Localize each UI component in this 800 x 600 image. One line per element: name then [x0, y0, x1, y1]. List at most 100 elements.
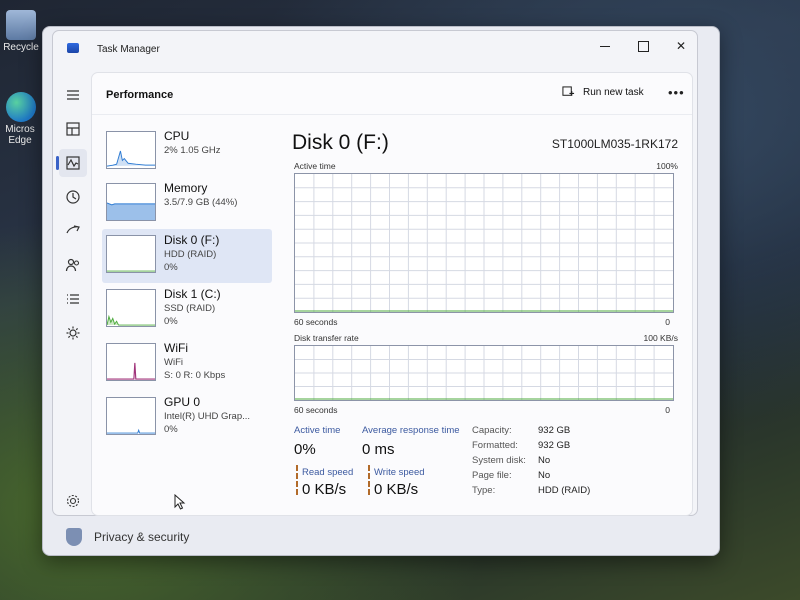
device-wifi[interactable]: WiFi WiFi S: 0 R: 0 Kbps [102, 337, 272, 391]
nav-details[interactable] [59, 285, 87, 313]
disk-title: Disk 0 (F:) [292, 131, 389, 154]
minimize-button[interactable] [585, 31, 625, 61]
nav-services[interactable] [59, 319, 87, 347]
device-detail: SSD (RAID) [164, 303, 216, 314]
device-usage: 0% [164, 424, 178, 435]
more-options-button[interactable]: ••• [668, 85, 685, 100]
disk1-thumbnail-graph [106, 289, 156, 327]
run-new-task-button[interactable]: Run new task [562, 86, 644, 99]
cpu-thumbnail-graph [106, 131, 156, 169]
transfer-rate-chart-xright: 0 [665, 405, 670, 415]
title-bar[interactable]: Task Manager [53, 31, 697, 67]
transfer-rate-chart-label: Disk transfer rate [294, 333, 359, 343]
property-key: Page file: [472, 470, 512, 481]
device-name: Disk 0 (F:) [164, 233, 220, 247]
desktop-icon-label: Recycle [3, 42, 39, 53]
memory-thumbnail-graph [106, 183, 156, 221]
device-memory[interactable]: Memory 3.5/7.9 GB (44%) [102, 177, 272, 231]
maximize-button[interactable] [623, 31, 663, 61]
property-value: 932 GB [538, 425, 571, 436]
write-speed-separator [368, 465, 370, 495]
active-time-graph [294, 173, 674, 313]
read-speed-separator [296, 465, 298, 495]
services-icon [66, 326, 80, 340]
write-speed-label: Write speed [374, 467, 425, 478]
device-name: WiFi [164, 341, 188, 355]
disk-detail: Disk 0 (F:) ST1000LM035-1RK172 Active ti… [292, 125, 682, 505]
menu-button[interactable] [59, 81, 87, 109]
startup-apps-icon [66, 225, 80, 234]
property-value: No [538, 470, 551, 481]
property-key: Type: [472, 485, 496, 496]
device-detail: WiFi [164, 357, 183, 368]
settings-nav-label: Privacy & security [94, 530, 190, 544]
device-usage: 0% [164, 262, 178, 273]
write-speed-value: 0 KB/s [374, 481, 419, 498]
run-task-icon [562, 86, 575, 96]
task-manager-app-icon [67, 43, 79, 53]
window-title: Task Manager [97, 44, 160, 55]
avg-response-value: 0 ms [362, 441, 395, 458]
property-key: Formatted: [472, 440, 518, 451]
property-value: No [538, 455, 551, 466]
device-cpu[interactable]: CPU 2% 1.05 GHz [102, 125, 272, 179]
active-time-stat-value: 0% [294, 441, 316, 458]
panel-header: Performance Run new task ••• [92, 73, 692, 115]
performance-icon [66, 156, 80, 170]
transfer-rate-chart-max: 100 KB/s [643, 333, 679, 343]
gpu-thumbnail-graph [106, 397, 156, 435]
device-detail: Intel(R) UHD Grap... [164, 411, 251, 422]
nav-performance[interactable] [56, 149, 87, 177]
disk-model: ST1000LM035-1RK172 [551, 137, 678, 151]
device-name: GPU 0 [164, 395, 201, 409]
transfer-rate-chart-xleft: 60 seconds [294, 405, 338, 415]
nav-startup-apps[interactable] [59, 217, 87, 245]
nav-rail [53, 71, 91, 511]
task-manager-window: Task Manager ✕ Performance Run new task … [52, 30, 698, 516]
run-new-task-label: Run new task [583, 87, 644, 98]
device-disk-0[interactable]: Disk 0 (F:) HDD (RAID) 0% [102, 229, 272, 283]
app-history-icon [66, 190, 80, 204]
nav-app-history[interactable] [59, 183, 87, 211]
details-icon [67, 294, 79, 304]
page-title: Performance [106, 89, 174, 101]
active-time-chart-label: Active time [294, 161, 336, 171]
wifi-thumbnail-graph [106, 343, 156, 381]
active-time-chart-max: 100% [656, 161, 678, 171]
property-key: Capacity: [472, 425, 512, 436]
nav-users[interactable] [59, 251, 87, 279]
device-disk-1[interactable]: Disk 1 (C:) SSD (RAID) 0% [102, 283, 272, 337]
device-detail: 2% 1.05 GHz [164, 145, 221, 156]
read-speed-value: 0 KB/s [302, 481, 347, 498]
nav-processes[interactable] [59, 115, 87, 143]
active-time-chart-xright: 0 [665, 317, 670, 327]
settings-icon [66, 494, 80, 508]
recycle-bin-icon [6, 10, 36, 40]
property-value: HDD (RAID) [538, 485, 591, 496]
property-value: 932 GB [538, 440, 571, 451]
device-throughput: S: 0 R: 0 Kbps [164, 370, 226, 381]
read-speed-label: Read speed [302, 467, 354, 478]
users-icon [65, 258, 80, 272]
active-time-stat-label: Active time [294, 425, 341, 436]
device-name: Memory [164, 181, 208, 195]
shield-icon [66, 528, 82, 546]
device-name: Disk 1 (C:) [164, 287, 221, 301]
mouse-cursor-icon [174, 494, 186, 510]
avg-response-label: Average response time [362, 425, 460, 436]
active-time-chart-xleft: 60 seconds [294, 317, 338, 327]
desktop-icon-recycle-bin[interactable]: Recycle [0, 10, 42, 53]
property-key: System disk: [472, 455, 526, 466]
device-detail: 3.5/7.9 GB (44%) [164, 197, 238, 208]
close-button[interactable] [661, 31, 701, 61]
device-usage: 0% [164, 316, 178, 327]
desktop-icon-edge[interactable]: Micros Edge [0, 92, 42, 146]
performance-panel: Performance Run new task ••• CPU 2% 1.05… [91, 72, 693, 516]
device-name: CPU [164, 129, 190, 143]
device-detail: HDD (RAID) [164, 249, 217, 260]
settings-nav-privacy[interactable]: Privacy & security [66, 528, 189, 546]
nav-settings[interactable] [59, 487, 87, 515]
device-gpu-0[interactable]: GPU 0 Intel(R) UHD Grap... 0% [102, 391, 272, 445]
desktop-icon-label: Micros Edge [5, 124, 35, 146]
disk0-thumbnail-graph [106, 235, 156, 273]
